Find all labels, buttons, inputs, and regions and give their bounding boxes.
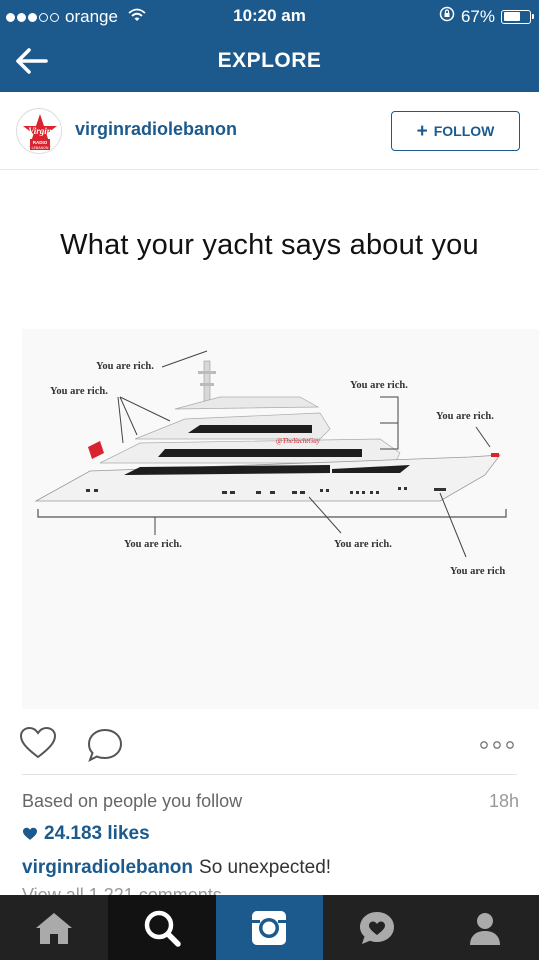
tab-search[interactable]	[107, 895, 216, 960]
callout-label: You are rich.	[50, 386, 108, 397]
callout-label: You are rich	[450, 566, 506, 577]
context-label: Based on people you follow	[22, 791, 243, 811]
post-meta: Based on people you follow 18h	[22, 791, 519, 812]
profile-icon	[470, 912, 501, 945]
callout-label: You are rich.	[350, 380, 408, 391]
like-button[interactable]	[18, 725, 58, 766]
status-bar: orange 10:20 am 67%	[0, 0, 539, 30]
rotation-lock-icon	[439, 6, 455, 27]
heart-filled-icon	[23, 827, 37, 840]
likes-count[interactable]: 24.183 likes	[22, 823, 150, 845]
follow-button[interactable]: + FOLLOW	[391, 111, 520, 151]
post-caption: virginradiolebanon So unexpected!	[22, 857, 331, 879]
page-title: EXPLORE	[217, 49, 322, 72]
divider	[22, 774, 517, 775]
camera-icon	[252, 910, 287, 945]
post-image[interactable]: What your yacht says about you @TheYacht…	[0, 171, 539, 711]
tab-activity[interactable]	[323, 895, 431, 960]
svg-text:Virgin: Virgin	[28, 126, 52, 136]
activity-heart-icon	[360, 911, 395, 944]
post-username[interactable]: virginradiolebanon	[75, 119, 237, 140]
follow-label: FOLLOW	[433, 123, 495, 139]
avatar[interactable]: Virgin RADIO LEBANON	[16, 108, 62, 154]
home-icon	[35, 912, 72, 944]
likes-label: 24.183 likes	[44, 823, 150, 844]
tab-camera[interactable]	[215, 895, 324, 960]
search-icon	[144, 910, 181, 947]
callout-label: You are rich.	[436, 411, 494, 422]
svg-text:RADIO: RADIO	[33, 140, 48, 145]
yacht-illustration: @TheYachtGuy	[34, 350, 507, 558]
callout-label: You are rich.	[124, 539, 182, 550]
tab-bar	[0, 895, 539, 960]
virgin-radio-logo: Virgin RADIO LEBANON	[18, 110, 61, 153]
more-options-button[interactable]	[479, 737, 517, 755]
tab-profile[interactable]	[431, 895, 539, 960]
caption-text: So unexpected!	[199, 857, 332, 878]
comment-icon	[87, 728, 123, 763]
comment-button[interactable]	[86, 727, 124, 768]
battery-percent: 67%	[460, 6, 495, 26]
nav-row: EXPLORE	[0, 38, 539, 84]
post-header: Virgin RADIO LEBANON virginradiolebanon …	[0, 92, 539, 170]
battery-icon	[501, 9, 534, 24]
svg-text:LEBANON: LEBANON	[32, 146, 49, 150]
post-time: 18h	[488, 791, 519, 811]
plus-icon: +	[416, 120, 428, 142]
post-actions	[0, 711, 539, 775]
more-options-icon	[480, 741, 514, 749]
caption-username[interactable]: virginradiolebanon	[22, 857, 193, 878]
status-right: 67%	[439, 6, 534, 27]
tab-home[interactable]	[0, 895, 108, 960]
heart-icon	[19, 726, 57, 759]
top-bar: orange 10:20 am 67% EXPLORE	[0, 0, 539, 92]
callout-label: You are rich.	[96, 361, 154, 372]
watermark: @TheYachtGuy	[276, 437, 321, 445]
callout-label: You are rich.	[334, 539, 392, 550]
